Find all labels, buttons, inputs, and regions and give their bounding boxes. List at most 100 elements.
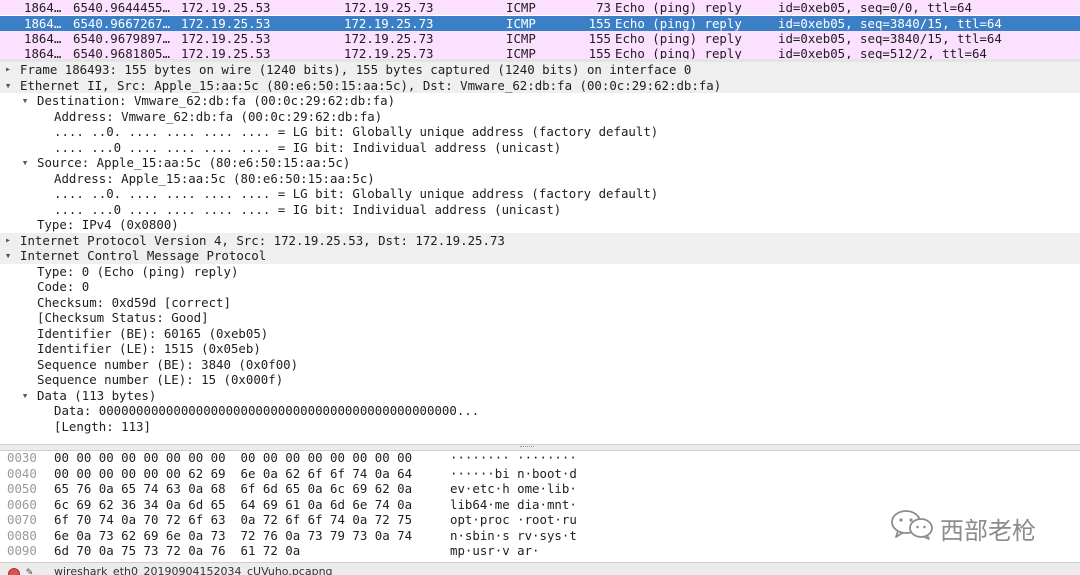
hex-bytes: 6e 0a 73 62 69 6e 0a 73 72 76 0a 73 79 7…	[54, 527, 413, 543]
tree-item-label: Ethernet II, Src: Apple_15:aa:5c (80:e6:…	[20, 77, 722, 93]
tree-item[interactable]: Data: 0000000000000000000000000000000000…	[0, 403, 1080, 419]
tree-item-label: Checksum: 0xd59d [correct]	[37, 294, 231, 310]
tree-item[interactable]: Address: Vmware_62:db:fa (00:0c:29:62:db…	[0, 109, 1080, 125]
tree-item-label: Sequence number (LE): 15 (0x000f)	[37, 372, 284, 387]
expanded-arrow-icon[interactable]: ▾	[3, 78, 13, 94]
tree-item-label: .... ...0 .... .... .... .... = IG bit: …	[54, 139, 562, 155]
tree-item[interactable]: ▾ Ethernet II, Src: Apple_15:aa:5c (80:e6…	[0, 77, 1080, 94]
tree-item-label: Source: Apple_15:aa:5c (80:e6:50:15:aa:5…	[37, 155, 351, 170]
packet-bytes-pane[interactable]: 0030 00 00 00 00 00 00 00 00 00 00 00 00 …	[0, 450, 1080, 562]
packet-cell-dst: 172.19.25.73	[344, 16, 434, 31]
tree-item[interactable]: Identifier (BE): 60165 (0xeb05)	[0, 326, 1080, 342]
hex-bytes: 00 00 00 00 00 00 00 00 00 00 00 00 00 0…	[54, 450, 413, 465]
watermark-text: 西部老枪	[940, 517, 1036, 545]
packet-cell-time: 6540.9679897…	[73, 31, 170, 46]
tree-item[interactable]: Sequence number (LE): 15 (0x000f)	[0, 372, 1080, 388]
tree-item[interactable]: Sequence number (BE): 3840 (0x0f00)	[0, 357, 1080, 373]
packet-cell-no: 1864…	[24, 31, 62, 46]
packet-cell-rest: id=0xeb05, seq=0/0, ttl=64	[778, 0, 972, 15]
tree-item[interactable]: .... ..0. .... .... .... .... = LG bit: …	[0, 124, 1080, 140]
packet-list[interactable]: 1864… 6540.9644455… 172.19.25.53 172.19.25.…	[0, 0, 1080, 60]
tree-item[interactable]: ▸ Frame 186493: 155 bytes on wire (1240 b…	[0, 62, 1080, 78]
tree-item[interactable]: ▾ Data (113 bytes)	[0, 388, 1080, 404]
packet-row[interactable]: 1864… 6540.9679897… 172.19.25.53 172.19.25.…	[0, 31, 1080, 46]
tree-item-label: Code: 0	[37, 279, 90, 294]
tree-item[interactable]: .... ...0 .... .... .... .... = IG bit: …	[0, 140, 1080, 156]
hex-ascii: ev·etc·h ome·lib·	[450, 481, 577, 496]
expanded-arrow-icon[interactable]: ▾	[20, 388, 30, 404]
packet-cell-src: 172.19.25.53	[181, 16, 271, 31]
packet-cell-len: 155	[588, 46, 611, 60]
hex-offset: 0060	[7, 496, 37, 512]
tree-item-label: Address: Apple_15:aa:5c (80:e6:50:15:aa:…	[54, 170, 375, 186]
hex-offset: 0050	[7, 481, 37, 496]
packet-cell-dst: 172.19.25.73	[344, 46, 434, 60]
hex-offset: 0090	[7, 543, 37, 558]
tree-item-label: .... ..0. .... .... .... .... = LG bit: …	[54, 124, 659, 139]
hex-offset: 0030	[7, 450, 37, 465]
packet-cell-proto: ICMP	[506, 46, 536, 60]
tree-item[interactable]: ▾ Source: Apple_15:aa:5c (80:e6:50:15:aa:…	[0, 155, 1080, 171]
packet-cell-time: 6540.9667267…	[73, 16, 170, 31]
expanded-arrow-icon[interactable]: ▾	[20, 155, 30, 171]
tree-item[interactable]: Type: IPv4 (0x0800)	[0, 217, 1080, 233]
tree-item[interactable]: Code: 0	[0, 279, 1080, 295]
tree-item[interactable]: Address: Apple_15:aa:5c (80:e6:50:15:aa:…	[0, 171, 1080, 187]
tree-item[interactable]: .... ..0. .... .... .... .... = LG bit: …	[0, 186, 1080, 202]
packet-cell-info: Echo (ping) reply	[615, 31, 742, 46]
packet-cell-dst: 172.19.25.73	[344, 31, 434, 46]
packet-cell-rest: id=0xeb05, seq=512/2, ttl=64	[778, 46, 987, 60]
hex-ascii: opt·proc ·root·ru	[450, 512, 577, 527]
collapsed-arrow-icon[interactable]: ▸	[3, 62, 13, 78]
tree-item[interactable]: [Length: 113]	[0, 419, 1080, 435]
tree-item[interactable]: Checksum: 0xd59d [correct]	[0, 295, 1080, 311]
tree-item-label: .... ..0. .... .... .... .... = LG bit: …	[54, 186, 659, 201]
tree-item-label: Identifier (BE): 60165 (0xeb05)	[37, 325, 269, 341]
tree-item-label: Type: IPv4 (0x0800)	[37, 217, 179, 232]
packet-cell-info: Echo (ping) reply	[615, 0, 742, 15]
packet-row[interactable]: 1864… 6540.9681805… 172.19.25.53 172.19.25.…	[0, 46, 1080, 60]
hex-bytes: 65 76 0a 65 74 63 0a 68 6f 6d 65 0a 6c 6…	[54, 481, 413, 496]
packet-row-selected[interactable]: 1864… 6540.9667267… 172.19.25.53 172.19.25.…	[0, 16, 1080, 32]
hex-ascii: mp·usr·v ar·	[450, 543, 540, 558]
tree-item-label: [Length: 113]	[54, 418, 151, 434]
hex-bytes: 6c 69 62 36 34 0a 6d 65 64 69 61 0a 6d 6…	[54, 496, 413, 512]
tree-item-label: Destination: Vmware_62:db:fa (00:0c:29:6…	[37, 93, 396, 108]
hex-bytes: 00 00 00 00 00 00 62 69 6e 0a 62 6f 6f 7…	[54, 465, 413, 481]
tree-item-label: Address: Vmware_62:db:fa (00:0c:29:62:db…	[54, 108, 383, 124]
hex-bytes: 6d 70 0a 75 73 72 0a 76 61 72 0a	[54, 543, 301, 558]
packet-cell-src: 172.19.25.53	[181, 0, 271, 15]
hex-bytes: 6f 70 74 0a 70 72 6f 63 0a 72 6f 6f 74 0…	[54, 512, 413, 527]
expanded-arrow-icon[interactable]: ▾	[3, 248, 13, 264]
tree-item[interactable]: ▾ Destination: Vmware_62:db:fa (00:0c:29:…	[0, 93, 1080, 109]
tree-item[interactable]: Identifier (LE): 1515 (0x05eb)	[0, 341, 1080, 357]
wechat-icon	[891, 510, 933, 540]
status-bar: ✎ wireshark_eth0_20190904152034_cUVuho.p…	[0, 562, 1080, 575]
tree-item[interactable]: [Checksum Status: Good]	[0, 310, 1080, 326]
packet-cell-src: 172.19.25.53	[181, 46, 271, 60]
splitter-grip-icon	[520, 446, 534, 449]
tree-item[interactable]: .... ...0 .... .... .... .... = IG bit: …	[0, 202, 1080, 218]
packet-row[interactable]: 1864… 6540.9644455… 172.19.25.53 172.19.25.…	[0, 0, 1080, 15]
packet-cell-time: 6540.9681805…	[73, 46, 170, 60]
tree-item-label: Data (113 bytes)	[37, 387, 157, 403]
hex-ascii: ········ ········	[450, 450, 577, 465]
packet-cell-len: 155	[588, 31, 611, 46]
hex-offset: 0080	[7, 527, 37, 543]
packet-cell-proto: ICMP	[506, 16, 536, 31]
packet-details-tree[interactable]: ▸ Frame 186493: 155 bytes on wire (1240 b…	[0, 62, 1080, 444]
expanded-arrow-icon[interactable]: ▾	[20, 93, 30, 109]
packet-cell-len: 73	[596, 0, 611, 15]
tree-item[interactable]: ▸ Internet Protocol Version 4, Src: 172.1…	[0, 232, 1080, 249]
tree-item-label: Sequence number (BE): 3840 (0x0f00)	[37, 356, 299, 372]
collapsed-arrow-icon[interactable]: ▸	[3, 233, 13, 249]
packet-cell-len: 155	[588, 16, 611, 31]
tree-item-label: Internet Control Message Protocol	[20, 248, 267, 263]
tree-item-label: Internet Protocol Version 4, Src: 172.19…	[20, 232, 505, 248]
hex-ascii: ······bi n·boot·d	[450, 465, 577, 481]
packet-cell-dst: 172.19.25.73	[344, 0, 434, 15]
packet-cell-no: 1864…	[24, 46, 62, 60]
tree-item-label: [Checksum Status: Good]	[37, 310, 209, 325]
tree-item[interactable]: ▾ Internet Control Message Protocol	[0, 248, 1080, 264]
tree-item[interactable]: Type: 0 (Echo (ping) reply)	[0, 264, 1080, 280]
